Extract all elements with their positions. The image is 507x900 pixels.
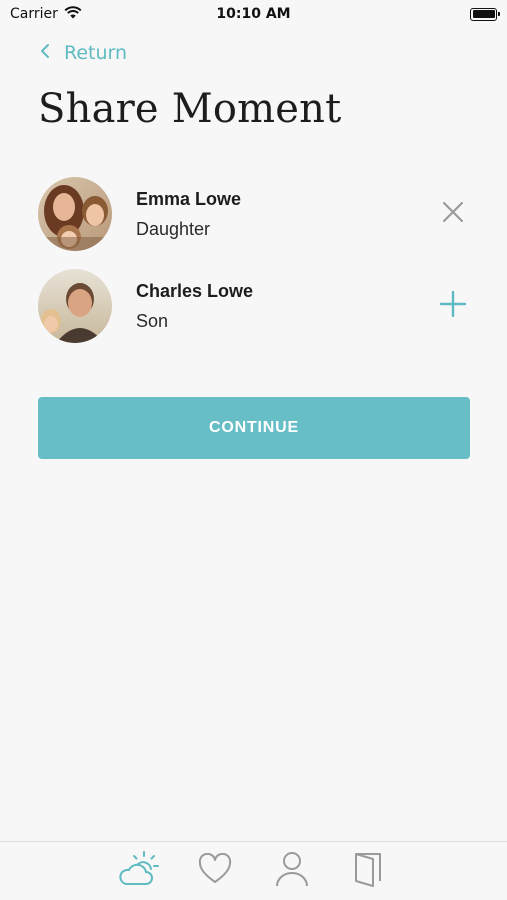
return-label: Return (64, 42, 128, 64)
remove-contact-button[interactable] (438, 199, 468, 229)
continue-button[interactable]: CONTINUE (38, 397, 470, 459)
weather-icon (118, 850, 160, 892)
contact-name: Emma Lowe (136, 188, 242, 209)
plus-icon (439, 290, 467, 322)
tab-bar (0, 841, 507, 900)
door-icon (353, 851, 383, 891)
tab-book[interactable] (347, 851, 389, 891)
status-bar: Carrier 10:10 AM (0, 0, 507, 28)
add-contact-button[interactable] (438, 290, 468, 322)
contact-name: Charles Lowe (136, 280, 254, 301)
return-button[interactable]: Return (40, 42, 127, 64)
person-icon (275, 851, 309, 891)
contact-relation: Son (136, 310, 169, 331)
contact-relation: Daughter (136, 218, 211, 239)
contact-info: Emma Lowe Daughter (136, 189, 438, 240)
heart-icon (198, 852, 232, 889)
carrier-label: Carrier (10, 6, 58, 22)
battery-icon (470, 7, 500, 21)
avatar (38, 177, 112, 251)
tab-weather[interactable] (118, 851, 160, 891)
wifi-icon (64, 5, 82, 23)
status-left: Carrier (10, 5, 82, 23)
contact-info: Charles Lowe Son (136, 281, 438, 332)
status-time: 10:10 AM (216, 6, 291, 22)
chevron-left-icon (40, 42, 50, 64)
contact-row-charles: Charles Lowe Son (38, 268, 470, 344)
page-title: Share Moment (38, 86, 342, 132)
contact-row-emma: Emma Lowe Daughter (38, 176, 470, 252)
close-icon (442, 201, 464, 227)
avatar (38, 269, 112, 343)
tab-profile[interactable] (271, 851, 313, 891)
share-moment-screen: Carrier 10:10 AM Return Share Moment Emm… (0, 0, 507, 900)
tab-favorites[interactable] (194, 851, 236, 891)
